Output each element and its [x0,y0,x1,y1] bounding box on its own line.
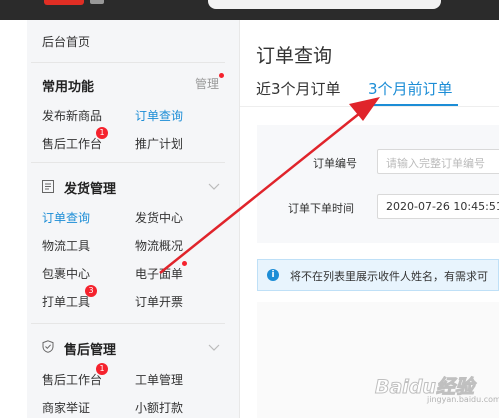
aftersale-desk-count-badge: 1 [96,363,108,375]
sidebar-item-small-payment[interactable]: 小额打款 [135,399,183,416]
order-number-label: 订单编号 [313,157,357,170]
tab-older-than-3-months[interactable]: 3个月前订单 [368,78,453,99]
manage-link[interactable]: 管理 [195,75,219,92]
sidebar-item-aftersale-desk[interactable]: 售后工作台 [42,135,102,152]
aftersale-count-badge: 1 [96,127,108,139]
sidebar-item-home[interactable]: 后台首页 [42,33,90,50]
shield-check-icon [42,340,54,353]
order-time-input[interactable]: 2020-07-26 10:45:51 [377,194,499,219]
logo-mark [44,0,84,5]
section-title-common: 常用功能 [42,80,95,95]
sidebar-item-merchant-evidence[interactable]: 商家举证 [42,399,90,416]
order-time-label: 订单下单时间 [288,202,354,215]
sidebar-item-shipping-center[interactable]: 发货中心 [135,209,183,226]
app-logo[interactable] [44,0,104,6]
manage-notification-dot [219,73,224,78]
watermark-subtext: jingyan.baidu.com [427,395,499,404]
tab-recent-3-months[interactable]: 近3个月订单 [256,78,341,99]
info-notice: i 将不在列表里展示收件人姓名，有需求可 [257,259,499,291]
sidebar-item-promotion-plan[interactable]: 推广计划 [135,135,183,152]
sidebar-item-logistics-tools[interactable]: 物流工具 [42,237,90,254]
sidebar-item-order-query-shipping[interactable]: 订单查询 [42,209,90,226]
sidebar: 后台首页 常用功能 管理 发布新商品 订单查询 售后工作台 1 推广计划 发货管… [27,20,240,418]
watermark: Baidu经验 jingyan.baidu.com [375,370,499,410]
sidebar-divider [31,323,225,324]
section-title-aftersale[interactable]: 售后管理 [64,339,116,358]
chevron-down-icon[interactable] [208,183,220,191]
order-number-input[interactable]: 请输入完整订单编号 [377,149,499,174]
sidebar-item-logistics-overview[interactable]: 物流概况 [135,237,183,254]
info-icon: i [267,269,279,281]
section-title-shipping[interactable]: 发货管理 [64,178,116,197]
sidebar-item-print-tool[interactable]: 打单工具 [42,293,90,310]
e-waybill-notification-dot [182,261,187,266]
sidebar-item-e-waybill[interactable]: 电子面单 [135,265,183,282]
global-search-input[interactable] [208,0,441,9]
top-header-bar [0,0,499,20]
sidebar-item-aftersale-desk-2[interactable]: 售后工作台 [42,371,102,388]
print-tool-count-badge: 3 [85,285,97,297]
document-icon [42,180,54,193]
sidebar-item-ticket-management[interactable]: 工单管理 [135,371,183,388]
info-text: 将不在列表里展示收件人姓名，有需求可 [290,270,488,283]
page-title: 订单查询 [256,45,333,67]
chevron-down-icon[interactable] [208,344,220,352]
main-content: 订单查询 近3个月订单 3个月前订单 订单编号 请输入完整订单编号 订单下单时间… [240,20,499,418]
search-form: 订单编号 请输入完整订单编号 订单下单时间 2020-07-26 10:45:5… [257,125,499,243]
tabs-divider [240,106,499,107]
sidebar-item-order-invoice[interactable]: 订单开票 [135,293,183,310]
logo-text-fragment [90,0,104,4]
sidebar-divider [31,62,225,63]
sidebar-item-package-center[interactable]: 包裹中心 [42,265,90,282]
sidebar-item-order-query[interactable]: 订单查询 [135,107,183,124]
sidebar-item-publish-product[interactable]: 发布新商品 [42,107,102,124]
sidebar-divider [31,162,225,163]
